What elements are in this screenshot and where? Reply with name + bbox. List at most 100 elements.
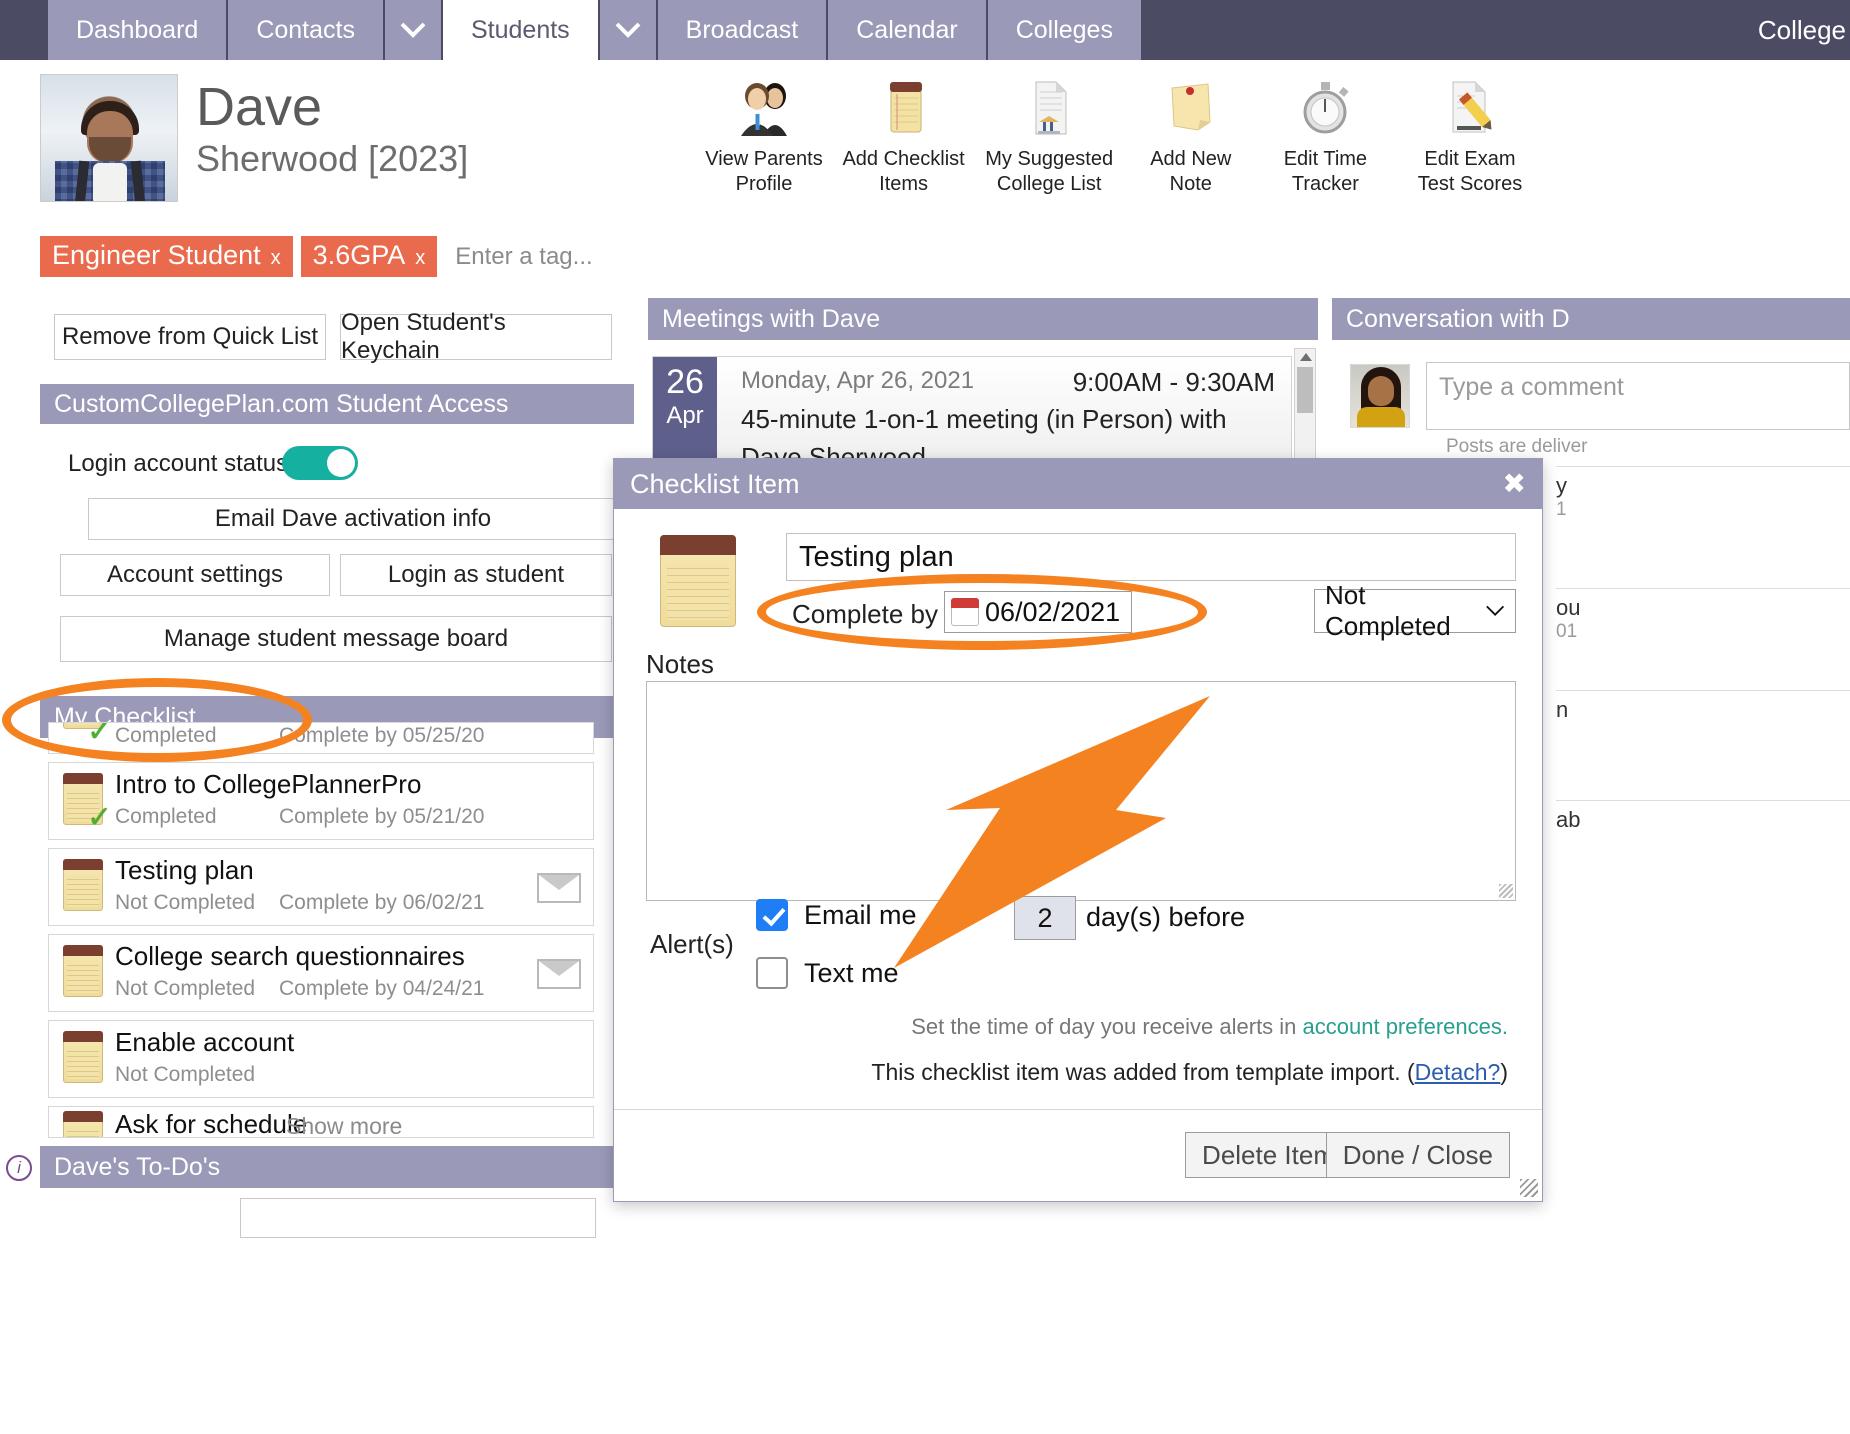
text-me-checkbox[interactable]	[756, 957, 788, 989]
dialog-resize-handle[interactable]	[1520, 1179, 1538, 1197]
sticky-note-icon	[1171, 83, 1211, 131]
avatar-face	[1368, 376, 1394, 406]
tag-engineer-student[interactable]: Engineer Student x	[40, 236, 293, 277]
checklist-row[interactable]: ✓ Intro to CollegePlannerPro Completed C…	[48, 762, 594, 840]
toolbar-label-line2: Profile	[735, 173, 793, 195]
text-me-label: Text me	[804, 957, 899, 988]
document-college-icon	[1035, 81, 1067, 135]
toolbar-edit-exam-test-scores[interactable]: Edit Exam Test Scores	[1400, 76, 1540, 204]
complete-by-date-field[interactable]: 06/02/2021	[944, 591, 1132, 633]
nav-tab-label: Contacts	[256, 15, 355, 44]
show-more-link[interactable]: Show more	[286, 1113, 402, 1140]
notepad-icon	[63, 945, 103, 997]
toolbar-edit-time-tracker[interactable]: Edit Time Tracker	[1262, 76, 1388, 204]
toolbar-label-line1: View Parents	[705, 148, 823, 170]
account-preferences-link[interactable]: account preferences.	[1303, 1014, 1508, 1039]
info-icon[interactable]: i	[6, 1155, 32, 1181]
toolbar-label-line1: Edit Time	[1283, 148, 1368, 170]
alert-preferences-note: Set the time of day you receive alerts i…	[911, 1014, 1508, 1040]
close-icon[interactable]: ✖	[1503, 470, 1526, 498]
conversation-row[interactable]: n	[1556, 690, 1850, 723]
email-me-row: Email me	[756, 899, 917, 931]
toolbar-add-checklist-items[interactable]: Add Checklist Items	[840, 76, 968, 204]
nav-caret-contacts[interactable]	[384, 0, 441, 60]
checklist-title: Intro to CollegePlannerPro	[115, 769, 422, 799]
email-me-label: Email me	[804, 899, 917, 930]
tag-gpa[interactable]: 3.6GPA x	[300, 236, 438, 277]
parents-icon	[741, 83, 787, 136]
checklist-row[interactable]: ✓ Completed Complete by 05/25/20	[48, 722, 594, 754]
checklist-row[interactable]: College search questionnaires Not Comple…	[48, 934, 594, 1012]
nav-tab-contacts[interactable]: Contacts	[228, 0, 383, 60]
days-before-input[interactable]: 2	[1014, 896, 1076, 940]
notes-textarea[interactable]	[646, 681, 1516, 901]
avatar-tee	[93, 163, 127, 201]
toolbar-view-parents-profile[interactable]: View Parents Profile	[700, 76, 828, 204]
email-me-checkbox[interactable]	[756, 899, 788, 931]
toggle-knob	[327, 449, 355, 477]
nav-tab-calendar[interactable]: Calendar	[828, 0, 986, 60]
envelope-icon[interactable]	[537, 959, 581, 989]
meetings-scrollbar[interactable]	[1294, 348, 1316, 468]
dialog-title: Checklist Item	[630, 468, 800, 499]
tag-list: Engineer Student x 3.6GPA x Enter a tag.…	[40, 236, 593, 277]
account-settings-button[interactable]: Account settings	[60, 554, 330, 596]
nav-tab-broadcast[interactable]: Broadcast	[657, 0, 827, 60]
completion-status-select[interactable]: Not Completed	[1314, 580, 1516, 641]
complete-by-label: Complete by	[792, 599, 938, 629]
open-students-keychain-button[interactable]: Open Student's Keychain	[340, 309, 612, 364]
envelope-icon[interactable]	[537, 873, 581, 903]
nav-tab-dashboard[interactable]: Dashboard	[48, 0, 227, 60]
conversation-row-meta: 01	[1556, 621, 1578, 642]
nav-left-spacer	[0, 0, 48, 60]
toolbar-add-new-note[interactable]: Add New Note	[1131, 76, 1251, 204]
checklist-row[interactable]: Enable account Not Completed	[48, 1020, 594, 1098]
checklist-item-dialog: Checklist Item ✖ Testing plan Complete b…	[613, 458, 1543, 1202]
detach-link[interactable]: Detach?	[1415, 1059, 1501, 1085]
conversation-row-text: y	[1556, 473, 1567, 498]
conversation-row[interactable]: ou 01	[1556, 588, 1850, 643]
scroll-up-arrow-icon[interactable]	[1300, 353, 1312, 361]
student-access-panel-header: CustomCollegePlan.com Student Access	[40, 384, 634, 424]
login-account-status-toggle[interactable]	[282, 446, 358, 480]
toolbar-label-line1: Edit Exam	[1424, 148, 1516, 170]
days-before-label: day(s) before	[1086, 902, 1246, 932]
notepad-icon	[63, 859, 103, 911]
student-avatar	[40, 74, 178, 202]
tag-remove-icon[interactable]: x	[271, 247, 281, 270]
item-title-input[interactable]: Testing plan	[786, 533, 1516, 581]
checklist-due: Complete by 05/21/20	[279, 805, 485, 828]
conversation-row[interactable]: y1	[1556, 466, 1850, 521]
status-select-value: Not Completed	[1325, 580, 1451, 641]
login-as-student-button[interactable]: Login as student	[340, 554, 612, 596]
tag-remove-icon[interactable]: x	[415, 247, 425, 270]
done-close-button[interactable]: Done / Close	[1325, 1132, 1510, 1178]
checklist-status: Completed	[115, 805, 217, 828]
manage-student-message-board-button[interactable]: Manage student message board	[60, 616, 612, 662]
check-mark-icon: ✓	[87, 722, 113, 748]
toolbar-my-suggested-college-list[interactable]: My Suggested College List	[979, 76, 1119, 204]
email-activation-info-button[interactable]: Email Dave activation info	[88, 498, 618, 540]
conversation-row-text: ou	[1556, 595, 1581, 620]
meeting-date-text: Monday, Apr 26, 2021	[741, 367, 975, 394]
todo-input[interactable]	[240, 1198, 596, 1238]
calendar-icon[interactable]	[951, 598, 979, 626]
textarea-resize-handle[interactable]	[1499, 884, 1513, 898]
nav-tab-colleges[interactable]: Colleges	[987, 0, 1141, 60]
checklist-list: ✓ Completed Complete by 05/25/20 ✓ Intro…	[48, 722, 594, 1146]
checklist-due: Complete by 04/24/21	[279, 977, 485, 1000]
nav-caret-students[interactable]	[599, 0, 656, 60]
avatar-top	[1357, 407, 1405, 427]
document-pencil-icon	[1452, 81, 1492, 133]
conversation-row[interactable]: ab	[1556, 800, 1850, 833]
nav-tab-students[interactable]: Students	[442, 0, 598, 60]
tag-input[interactable]: Enter a tag...	[455, 243, 592, 271]
checklist-row[interactable]: Testing plan Not Completed Complete by 0…	[48, 848, 594, 926]
conversation-delivery-note: Posts are deliver	[1446, 436, 1588, 457]
text-me-row: Text me	[756, 957, 899, 989]
action-toolbar: View Parents Profile Add Checklist Items…	[700, 76, 1540, 204]
comment-input[interactable]: Type a comment	[1426, 362, 1850, 430]
remove-from-quick-list-button[interactable]: Remove from Quick List	[54, 314, 326, 360]
scrollbar-thumb[interactable]	[1297, 367, 1313, 413]
checklist-title: College search questionnaires	[115, 941, 465, 971]
